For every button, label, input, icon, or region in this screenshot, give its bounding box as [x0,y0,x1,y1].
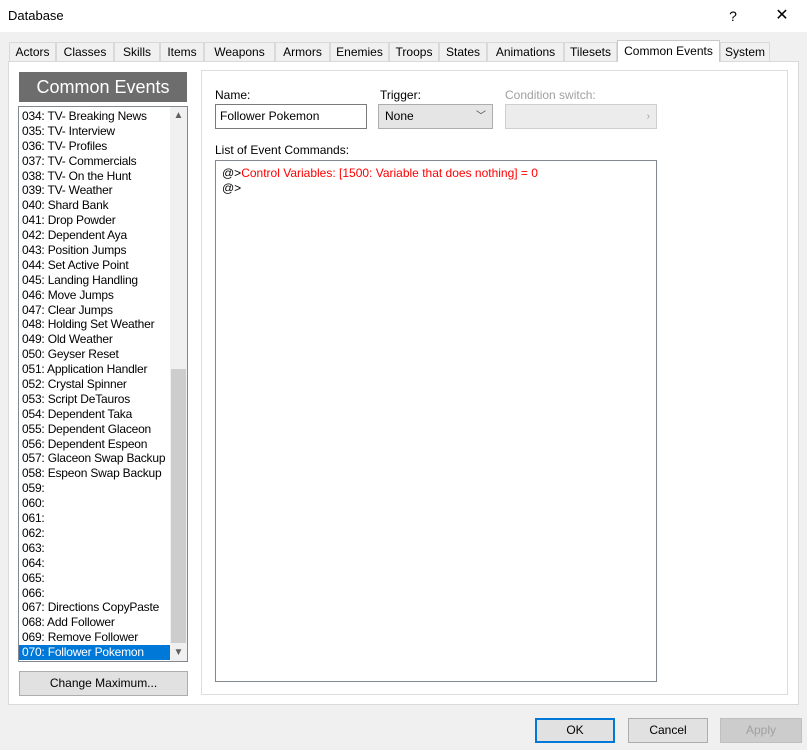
list-item[interactable]: 044: Set Active Point [19,258,171,273]
commands-label: List of Event Commands: [215,143,350,157]
close-button[interactable]: ✕ [760,0,804,32]
window-title: Database [8,8,64,23]
name-input[interactable]: Follower Pokemon [215,104,367,129]
list-item[interactable]: 060: [19,496,171,511]
list-item[interactable]: 068: Add Follower [19,615,171,630]
list-item[interactable]: 049: Old Weather [19,332,171,347]
tab-common-events[interactable]: Common Events [617,40,720,62]
list-item[interactable]: 038: TV- On the Hunt [19,169,171,184]
common-events-header: Common Events [19,72,187,102]
list-item[interactable]: 052: Crystal Spinner [19,377,171,392]
scroll-down-icon[interactable]: ▼ [170,644,187,661]
scroll-up-icon[interactable]: ▲ [170,107,187,124]
common-events-list[interactable]: 034: TV- Breaking News 035: TV- Interview… [18,106,188,662]
condition-switch-label: Condition switch: [505,88,596,102]
tab-states[interactable]: States [439,42,487,61]
tab-tilesets[interactable]: Tilesets [564,42,617,61]
condition-switch-button: › [505,104,657,129]
command-row[interactable]: @>Control Variables: [1500: Variable tha… [222,166,538,180]
command-prefix: @> [222,166,242,180]
tab-enemies[interactable]: Enemies [330,42,389,61]
list-item[interactable]: 058: Espeon Swap Backup [19,466,171,481]
list-item[interactable]: 055: Dependent Glaceon [19,422,171,437]
trigger-select[interactable]: None ﹀ [378,104,493,129]
list-item[interactable]: 061: [19,511,171,526]
tab-skills[interactable]: Skills [114,42,160,61]
list-scrollbar[interactable]: ▲ ▼ [170,107,187,661]
tab-armors[interactable]: Armors [275,42,330,61]
list-item[interactable]: 046: Move Jumps [19,288,171,303]
tab-system[interactable]: System [720,42,770,61]
list-item[interactable]: 066: [19,586,171,601]
help-button[interactable]: ? [711,0,755,32]
chevron-right-icon: › [646,111,650,122]
chevron-down-icon: ﹀ [476,111,486,122]
list-item[interactable]: 059: [19,481,171,496]
list-item[interactable]: 035: TV- Interview [19,124,171,139]
change-maximum-button[interactable]: Change Maximum... [19,671,188,696]
list-item[interactable]: 045: Landing Handling [19,273,171,288]
list-item[interactable]: 040: Shard Bank [19,198,171,213]
tab-items[interactable]: Items [160,42,204,61]
tab-classes[interactable]: Classes [56,42,114,61]
command-row[interactable]: @> [222,181,241,195]
list-item[interactable]: 064: [19,556,171,571]
list-item[interactable]: 053: Script DeTauros [19,392,171,407]
list-item[interactable]: 067: Directions CopyPaste [19,600,171,615]
cancel-button[interactable]: Cancel [628,718,708,743]
list-item[interactable]: 063: [19,541,171,556]
list-item[interactable]: 034: TV- Breaking News [19,109,171,124]
tab-animations[interactable]: Animations [487,42,564,61]
name-label: Name: [215,88,251,102]
list-item[interactable]: 043: Position Jumps [19,243,171,258]
list-item[interactable]: 048: Holding Set Weather [19,317,171,332]
list-item[interactable]: 037: TV- Commercials [19,154,171,169]
list-item[interactable]: 042: Dependent Aya [19,228,171,243]
command-prefix: @> [222,181,242,195]
tab-weapons[interactable]: Weapons [204,42,275,61]
list-item[interactable]: 057: Glaceon Swap Backup [19,451,171,466]
trigger-value: None [385,109,414,123]
list-item[interactable]: 056: Dependent Espeon [19,437,171,452]
list-item[interactable]: 065: [19,571,171,586]
trigger-label: Trigger: [380,88,421,102]
list-item[interactable]: 041: Drop Powder [19,213,171,228]
list-item[interactable]: 039: TV- Weather [19,183,171,198]
list-item[interactable]: 062: [19,526,171,541]
list-item[interactable]: 050: Geyser Reset [19,347,171,362]
list-items: 034: TV- Breaking News 035: TV- Interview… [19,109,171,660]
tab-troops[interactable]: Troops [389,42,439,61]
list-item[interactable]: 070: Follower Pokemon [19,645,171,660]
tab-strip: Actors Classes Skills Items Weapons Armo… [9,40,799,62]
title-bar: Database ? ✕ [0,0,807,32]
list-item[interactable]: 047: Clear Jumps [19,303,171,318]
apply-button: Apply [720,718,802,743]
ok-button[interactable]: OK [535,718,615,743]
list-item[interactable]: 069: Remove Follower [19,630,171,645]
event-commands-list[interactable]: @>Control Variables: [1500: Variable tha… [215,160,657,682]
list-item[interactable]: 051: Application Handler [19,362,171,377]
command-text: Control Variables: [1500: Variable that … [241,166,538,180]
scroll-thumb[interactable] [171,369,186,643]
list-item[interactable]: 054: Dependent Taka [19,407,171,422]
tab-actors[interactable]: Actors [9,42,56,61]
list-item[interactable]: 036: TV- Profiles [19,139,171,154]
